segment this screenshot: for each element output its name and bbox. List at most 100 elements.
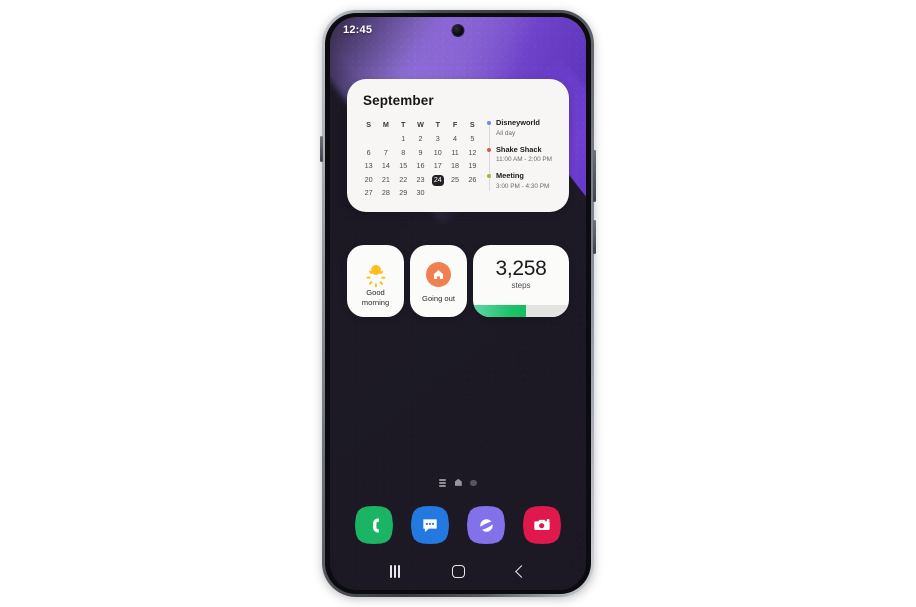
phone-screen: 12:45 September SMTWTFS 1 2 3 4 5 6 7 8 9 10 11 12 1… [330, 17, 586, 590]
calendar-day[interactable]: 17 [429, 159, 446, 173]
dock-app-messages[interactable] [411, 506, 449, 544]
phone-device-frame: 12:45 September SMTWTFS 1 2 3 4 5 6 7 8 9 10 11 12 1… [320, 10, 596, 597]
dock-app-phone[interactable] [355, 506, 393, 544]
calendar-week-row: 13 14 15 16 17 18 19 [360, 159, 481, 173]
calendar-day [429, 186, 446, 200]
steps-unit-label: steps [511, 281, 531, 290]
calendar-day [446, 186, 463, 200]
calendar-day[interactable]: 8 [395, 146, 412, 160]
calendar-day[interactable]: 15 [395, 159, 412, 173]
calendar-event-item[interactable]: Meeting 3:00 PM - 4:30 PM [486, 171, 556, 191]
calendar-day[interactable]: 3 [429, 132, 446, 146]
calendar-day[interactable]: 25 [446, 173, 463, 187]
event-time: All day [496, 129, 516, 137]
calendar-week-row: 6 7 8 9 10 11 12 [360, 146, 481, 160]
steps-progress-track [473, 305, 569, 317]
calendar-events-list[interactable]: Disneyworld All day Shake Shack 11:00 AM - … [486, 117, 556, 200]
calendar-weekday: F [452, 120, 458, 129]
dock-app-camera[interactable] [523, 506, 561, 544]
calendar-day[interactable]: 30 [412, 186, 429, 200]
steps-progress-fill [473, 305, 526, 317]
nav-recents-button[interactable] [390, 564, 400, 578]
calendar-day[interactable]: 27 [360, 186, 377, 200]
navigation-bar [330, 552, 586, 590]
calendar-day[interactable]: 9 [412, 146, 429, 160]
event-color-dot [486, 121, 491, 125]
calendar-event-item[interactable]: Shake Shack 11:00 AM - 2:00 PM [486, 144, 556, 165]
event-time: 3:00 PM - 4:30 PM [496, 182, 550, 190]
calendar-week-row: 20 21 22 23 24 25 26 [360, 173, 481, 187]
calendar-day-today[interactable]: 24 [429, 173, 446, 186]
calendar-week-row: 12345 [360, 132, 481, 146]
calendar-day[interactable]: 6 [360, 146, 377, 160]
calendar-week-row: 27 28 29 30 [360, 186, 481, 200]
calendar-day[interactable]: 22 [395, 173, 412, 187]
calendar-weekday: T [435, 120, 440, 129]
calendar-day[interactable]: 29 [395, 186, 412, 200]
left-side-button[interactable] [320, 136, 323, 162]
recents-icon [390, 564, 400, 578]
power-button[interactable] [593, 220, 596, 254]
app-dock [330, 506, 586, 544]
routine-widget-label: Going out [422, 294, 455, 304]
phone-icon [372, 518, 379, 532]
calendar-day[interactable]: 13 [360, 159, 377, 173]
calendar-day[interactable]: 4 [446, 132, 463, 146]
calendar-day[interactable]: 10 [429, 146, 446, 160]
calendar-day[interactable]: 11 [446, 146, 463, 160]
browser-globe-icon [478, 518, 494, 532]
calendar-day[interactable]: 16 [412, 159, 429, 173]
event-color-dot [486, 147, 491, 152]
steps-count: 3,258 [495, 257, 547, 280]
calendar-day[interactable]: 5 [464, 132, 481, 146]
home-icon [426, 262, 451, 288]
calendar-month-title: September [363, 93, 434, 108]
calendar-event-item[interactable]: Disneyworld All day [486, 118, 556, 138]
nav-home-button[interactable] [451, 564, 465, 578]
calendar-weekday-header: SMTWTFS [360, 117, 481, 132]
event-title: Meeting [496, 171, 524, 180]
page-indicator-app-list-icon[interactable] [439, 479, 447, 487]
back-chevron-icon [515, 564, 528, 578]
calendar-day[interactable]: 7 [377, 146, 394, 160]
calendar-day[interactable]: 23 [412, 173, 429, 187]
calendar-day[interactable]: 21 [377, 173, 394, 187]
calendar-day[interactable]: 28 [377, 186, 394, 200]
calendar-grid[interactable]: SMTWTFS 1 2 3 4 5 6 7 8 9 10 11 12 13 14 15 16 17 18 19 20 2… [360, 117, 481, 200]
dock-app-internet[interactable] [467, 506, 505, 544]
steps-widget[interactable]: 3,258 steps [473, 245, 569, 317]
calendar-day [360, 132, 377, 146]
sun-icon [365, 259, 387, 288]
status-bar-clock: 12:45 [343, 24, 373, 36]
calendar-weekday: S [469, 120, 475, 129]
calendar-widget[interactable]: September SMTWTFS 1 2 3 4 5 6 7 8 9 10 11 12 13 14 15 1… [347, 79, 569, 212]
page-indicator-dot-icon[interactable] [470, 479, 477, 487]
volume-button[interactable] [593, 150, 596, 202]
event-title: Shake Shack [496, 144, 542, 154]
routine-widget-good-morning[interactable]: Good morning [347, 245, 404, 317]
message-bubble-icon [423, 519, 437, 532]
page-indicator[interactable] [330, 478, 586, 487]
nav-back-button[interactable] [515, 564, 528, 578]
event-time: 11:00 AM - 2:00 PM [496, 156, 553, 163]
event-title: Disneyworld [496, 118, 540, 127]
calendar-day[interactable]: 2 [412, 132, 429, 146]
calendar-day [464, 186, 481, 200]
camera-icon [534, 519, 550, 530]
widget-row: Good morning Going out 3,258 steps [347, 245, 569, 317]
front-camera-punch-hole [452, 25, 464, 36]
calendar-day[interactable]: 26 [464, 173, 481, 187]
calendar-day[interactable]: 18 [446, 159, 463, 173]
home-square-icon [451, 564, 465, 578]
calendar-day[interactable]: 14 [377, 159, 394, 173]
calendar-weekday: M [382, 120, 389, 129]
calendar-day[interactable]: 1 [395, 132, 412, 146]
routine-widget-label: Good morning [361, 288, 390, 307]
calendar-day[interactable]: 19 [464, 159, 481, 173]
calendar-day[interactable]: 20 [360, 173, 377, 187]
calendar-day[interactable]: 12 [464, 146, 481, 160]
calendar-weekday: T [401, 120, 406, 129]
routine-widget-going-out[interactable]: Going out [410, 245, 467, 317]
phone-bezel: 12:45 September SMTWTFS 1 2 3 4 5 6 7 8 9 10 11 12 1… [325, 13, 591, 594]
screenshot-canvas: 12:45 September SMTWTFS 1 2 3 4 5 6 7 8 9 10 11 12 1… [0, 0, 916, 607]
